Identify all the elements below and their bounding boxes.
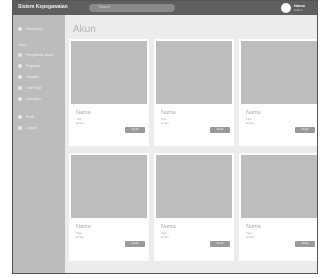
sidebar-item-label: Jabatan — [26, 75, 39, 79]
sidebar-item-profile[interactable]: Profil — [18, 115, 34, 119]
building-icon — [18, 86, 22, 90]
app-window: Sistem Kepegawaian Search Nama Admin Das… — [12, 0, 318, 274]
sidebar-item-label: Logout — [26, 126, 37, 130]
card-email: Email — [246, 121, 254, 125]
sidebar-item-dashboard[interactable]: Dashboard — [18, 27, 43, 31]
main-content: Akun Nama Tipe Email Detail Nama Tipe Em… — [65, 15, 317, 273]
sidebar-item-account-settings[interactable]: Pengaturan Akun — [18, 53, 53, 57]
card-name: Nama — [76, 110, 91, 116]
user-role: Admin — [294, 8, 303, 12]
detail-button[interactable]: Detail — [210, 241, 230, 247]
sidebar-item-label: Pengaturan Akun — [26, 53, 53, 57]
card-image — [156, 155, 232, 218]
settings-icon — [18, 53, 22, 57]
account-card: Nama Tipe Email Detail — [239, 153, 317, 261]
account-card: Nama Tipe Email Detail — [69, 153, 149, 261]
user-avatar[interactable] — [281, 3, 291, 13]
dashboard-icon — [18, 27, 22, 31]
account-card: Nama Tipe Email Detail — [239, 39, 317, 146]
sidebar-item-employees[interactable]: Pegawai — [18, 64, 39, 68]
detail-button[interactable]: Detail — [210, 127, 230, 133]
detail-button[interactable]: Detail — [295, 241, 315, 247]
sidebar-item-positions[interactable]: Jabatan — [18, 75, 38, 79]
card-email: Email — [246, 235, 254, 239]
detail-button[interactable]: Detail — [125, 127, 145, 133]
search-input[interactable]: Search — [89, 4, 175, 12]
card-image — [156, 41, 232, 104]
sidebar-item-label: Unit Kerja — [26, 86, 42, 90]
card-image — [71, 41, 147, 104]
card-image — [241, 155, 317, 218]
card-name: Nama — [246, 224, 261, 230]
sidebar-item-work-units[interactable]: Unit Kerja — [18, 86, 41, 90]
card-email: Email — [76, 235, 84, 239]
profile-icon — [18, 115, 22, 119]
account-card: Nama Tipe Email Detail — [154, 39, 234, 146]
card-name: Nama — [76, 224, 91, 230]
account-card: Nama Tipe Email Detail — [69, 39, 149, 146]
card-email: Email — [161, 121, 169, 125]
page-title: Akun — [73, 24, 96, 35]
rank-icon — [18, 97, 22, 101]
sidebar-item-label: Golongan — [26, 97, 42, 101]
account-card: Nama Tipe Email Detail — [154, 153, 234, 261]
user-icon — [18, 64, 22, 68]
card-name: Nama — [161, 110, 176, 116]
card-image — [71, 155, 147, 218]
card-name: Nama — [161, 224, 176, 230]
app-title: Sistem Kepegawaian — [18, 4, 68, 10]
card-email: Email — [76, 121, 84, 125]
briefcase-icon — [18, 75, 22, 79]
sidebar-item-label: Pegawai — [26, 64, 40, 68]
top-navbar: Sistem Kepegawaian Search Nama Admin — [13, 1, 317, 15]
sidebar-item-logout[interactable]: Logout — [18, 126, 37, 130]
card-email: Email — [161, 235, 169, 239]
sidebar-section-label: Akun — [19, 43, 27, 47]
sidebar-item-label: Profil — [26, 115, 34, 119]
search-placeholder: Search — [99, 5, 111, 9]
sidebar-item-label: Dashboard — [26, 27, 44, 31]
card-name: Nama — [246, 110, 261, 116]
sidebar-item-ranks[interactable]: Golongan — [18, 97, 41, 101]
detail-button[interactable]: Detail — [295, 127, 315, 133]
logout-icon — [18, 126, 22, 130]
detail-button[interactable]: Detail — [125, 241, 145, 247]
sidebar: Dashboard Akun Pengaturan Akun Pegawai J… — [13, 15, 65, 273]
card-image — [241, 41, 317, 104]
